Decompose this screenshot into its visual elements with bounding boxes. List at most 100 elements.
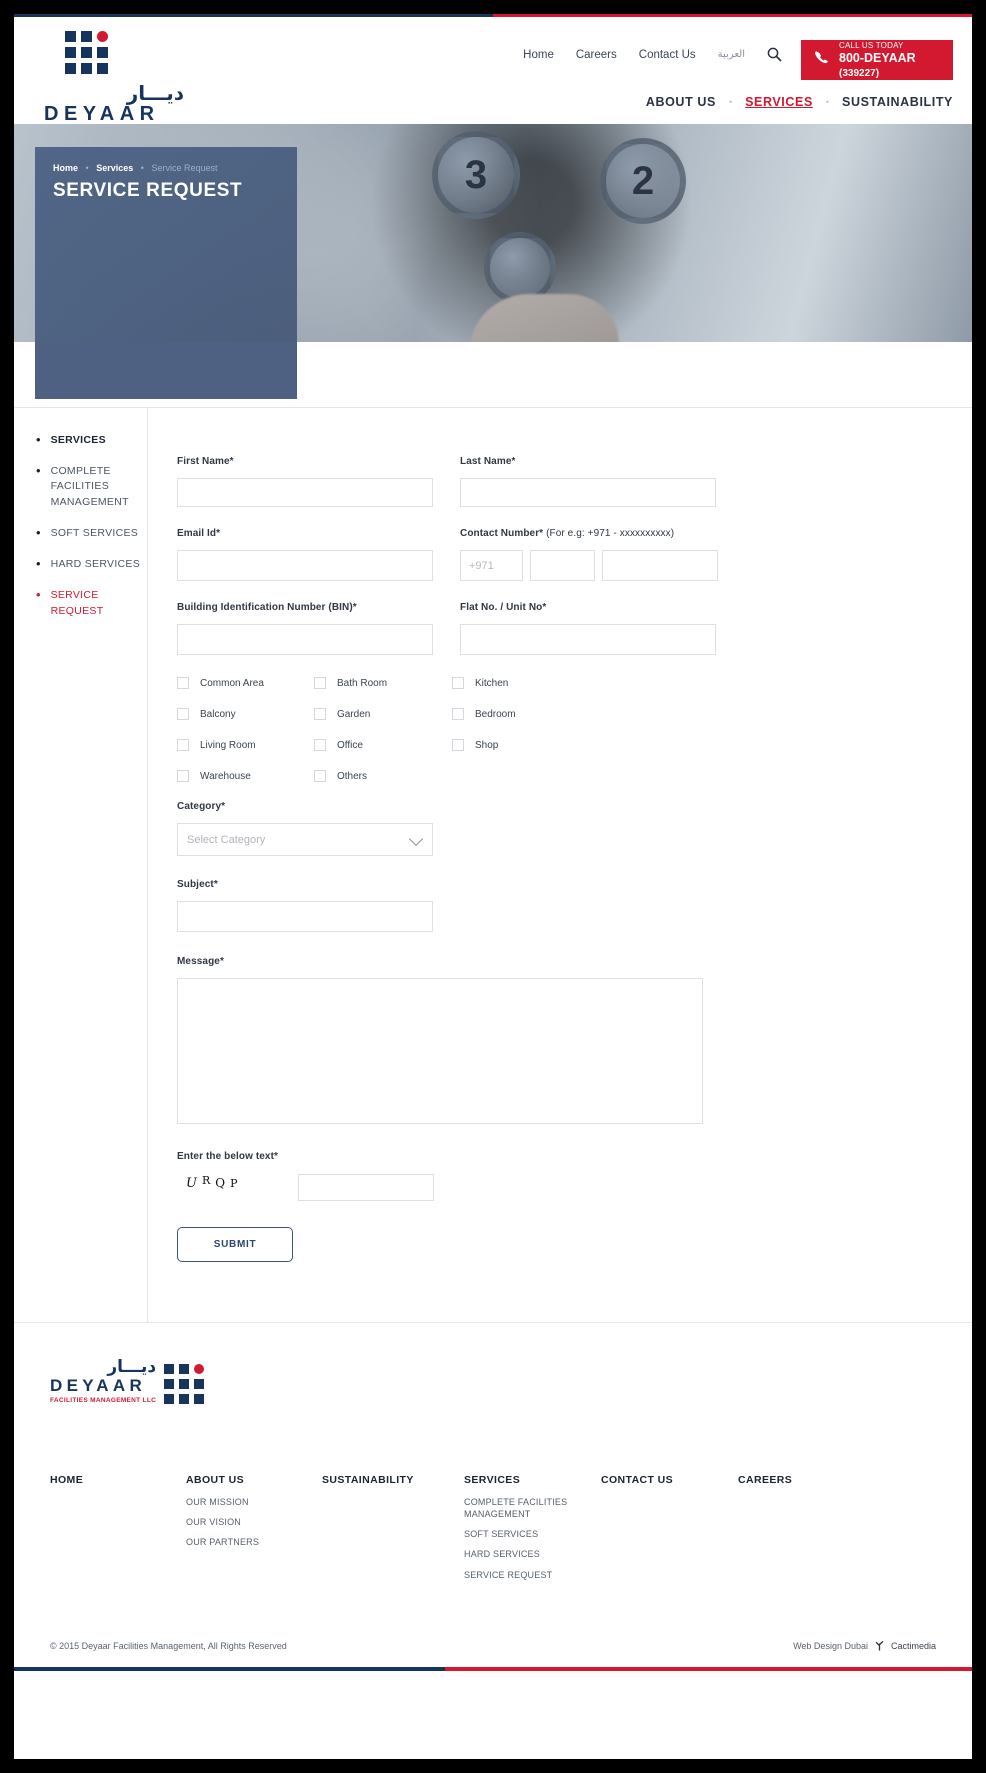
sidebar-item-services[interactable]: • SERVICES <box>36 433 147 448</box>
first-name-input[interactable] <box>177 478 433 507</box>
breadcrumb-services[interactable]: Services <box>96 163 133 173</box>
footer-link-hard-services[interactable]: HARD SERVICES <box>464 1548 601 1560</box>
sidebar-item-soft-services[interactable]: • SOFT SERVICES <box>36 526 147 541</box>
sidebar-item-complete-facilities-management[interactable]: • COMPLETE FACILITIES MANAGEMENT <box>36 464 147 510</box>
checkbox-label-others: Others <box>337 770 368 782</box>
footer-link-our-vision[interactable]: OUR VISION <box>186 1516 322 1528</box>
hero-overlay-tail <box>35 342 297 399</box>
top-nav-contact-us[interactable]: Contact Us <box>639 49 696 61</box>
nav-separator-dot-icon: • <box>728 97 733 107</box>
call-us-box[interactable]: CALL US TODAY 800-DEYAAR (339227) <box>801 40 953 80</box>
main-nav-about-us[interactable]: ABOUT US <box>646 95 716 109</box>
phone-part3-input[interactable] <box>602 550 718 581</box>
captcha-input[interactable] <box>298 1174 434 1201</box>
message-textarea[interactable] <box>177 978 703 1124</box>
subject-input[interactable] <box>177 901 433 932</box>
sidebar-label-soft-services[interactable]: SOFT SERVICES <box>51 526 139 541</box>
top-nav-careers[interactable]: Careers <box>576 49 617 61</box>
checkbox-row: Common Area Bath Room Kitchen <box>177 677 972 689</box>
top-nav-arabic[interactable]: العربية <box>718 49 745 60</box>
main-navigation: ABOUT US • SERVICES • SUSTAINABILITY <box>646 95 953 109</box>
category-select[interactable]: Select Category <box>177 823 433 856</box>
footer-link-our-partners[interactable]: OUR PARTNERS <box>186 1536 322 1548</box>
checkbox-box-icon[interactable] <box>314 677 326 689</box>
checkbox-label-common-area: Common Area <box>200 677 264 689</box>
breadcrumb-separator-1: • <box>85 163 89 173</box>
checkbox-label-balcony: Balcony <box>200 708 236 720</box>
field-bin: Building Identification Number (BIN)* <box>177 602 433 655</box>
checkbox-box-icon[interactable] <box>177 677 189 689</box>
main-nav-services[interactable]: SERVICES <box>745 95 813 109</box>
call-us-digits: (339227) <box>839 68 880 79</box>
chevron-down-icon[interactable] <box>411 834 422 841</box>
email-input[interactable] <box>177 550 433 581</box>
category-select-value[interactable]: Select Category <box>177 823 433 856</box>
checkbox-garden[interactable]: Garden <box>314 708 452 720</box>
footer-link-service-request[interactable]: SERVICE REQUEST <box>464 1569 601 1581</box>
form-row-contact: Email Id* Contact Number* (For e.g: +971… <box>177 528 972 581</box>
search-icon[interactable] <box>767 47 782 62</box>
copyright-bar: © 2015 Deyaar Facilities Management, All… <box>14 1625 972 1653</box>
checkbox-box-icon[interactable] <box>177 739 189 751</box>
footer-link-our-mission[interactable]: OUR MISSION <box>186 1496 322 1508</box>
footer-heading-about-us[interactable]: ABOUT US <box>186 1474 322 1486</box>
phone-country-code-input[interactable] <box>460 550 523 581</box>
sidebar-item-service-request[interactable]: • SERVICE REQUEST <box>36 588 147 618</box>
checkbox-box-icon[interactable] <box>452 708 464 720</box>
top-nav-home[interactable]: Home <box>523 49 554 61</box>
footer-heading-contact-us[interactable]: CONTACT US <box>601 1474 738 1486</box>
checkbox-others[interactable]: Others <box>314 770 452 782</box>
footer-heading-sustainability[interactable]: SUSTAINABILITY <box>322 1474 464 1486</box>
bin-input[interactable] <box>177 624 433 655</box>
sidebar-item-hard-services[interactable]: • HARD SERVICES <box>36 557 147 572</box>
footer-link-soft-services[interactable]: SOFT SERVICES <box>464 1528 601 1540</box>
field-last-name: Last Name* <box>460 456 716 507</box>
footer-heading-home[interactable]: HOME <box>50 1474 186 1486</box>
hand-finger-shape <box>469 294 619 342</box>
breadcrumb-home[interactable]: Home <box>53 163 78 173</box>
footer-logo-arabic: ديـــار <box>107 1357 157 1377</box>
flat-no-input[interactable] <box>460 624 716 655</box>
sidebar-label-complete-facilities-management[interactable]: COMPLETE FACILITIES MANAGEMENT <box>51 464 129 510</box>
checkbox-bath-room[interactable]: Bath Room <box>314 677 452 689</box>
checkbox-living-room[interactable]: Living Room <box>177 739 314 751</box>
field-first-name: First Name* <box>177 456 433 507</box>
footer-logo-dot-grid-icon <box>164 1364 205 1404</box>
footer-column-contact-us: CONTACT US <box>601 1474 738 1589</box>
footer-logo[interactable]: ديـــار DEYAAR FACILITIES MANAGEMENT LLC <box>14 1357 972 1404</box>
checkbox-box-icon[interactable] <box>452 677 464 689</box>
footer-column-services: SERVICES COMPLETE FACILITIES MANAGEMENT … <box>464 1474 601 1589</box>
checkbox-office[interactable]: Office <box>314 739 452 751</box>
submit-button[interactable]: SUBMIT <box>177 1227 293 1262</box>
page-viewport: ديـــار DEYAAR FACILITIES MANAGEMENT LLC… <box>14 14 972 1759</box>
footer-heading-careers[interactable]: CAREERS <box>738 1474 874 1486</box>
service-request-form: First Name* Last Name* Email Id* Contact… <box>147 408 972 1322</box>
checkbox-bedroom[interactable]: Bedroom <box>452 708 516 720</box>
sidebar-label-services[interactable]: SERVICES <box>51 433 106 448</box>
checkbox-box-icon[interactable] <box>314 739 326 751</box>
checkbox-box-icon[interactable] <box>177 770 189 782</box>
checkbox-box-icon[interactable] <box>314 770 326 782</box>
footer-heading-services[interactable]: SERVICES <box>464 1474 601 1486</box>
last-name-input[interactable] <box>460 478 716 507</box>
checkbox-common-area[interactable]: Common Area <box>177 677 314 689</box>
sidebar-label-hard-services[interactable]: HARD SERVICES <box>51 557 140 572</box>
site-logo[interactable]: ديـــار DEYAAR FACILITIES MANAGEMENT LLC <box>44 31 184 134</box>
checkbox-box-icon[interactable] <box>177 708 189 720</box>
main-nav-sustainability[interactable]: SUSTAINABILITY <box>842 95 953 109</box>
credit-name[interactable]: Cactimedia <box>891 1641 936 1651</box>
hero-banner: 3 2 Home • Services • Service Request SE… <box>14 124 972 342</box>
checkbox-warehouse[interactable]: Warehouse <box>177 770 314 782</box>
credit-prefix[interactable]: Web Design Dubai <box>793 1641 868 1651</box>
checkbox-shop[interactable]: Shop <box>452 739 498 751</box>
checkbox-balcony[interactable]: Balcony <box>177 708 314 720</box>
checkbox-label-kitchen: Kitchen <box>475 677 509 689</box>
sidebar-label-service-request[interactable]: SERVICE REQUEST <box>51 588 111 618</box>
checkbox-kitchen[interactable]: Kitchen <box>452 677 508 689</box>
footer-link-complete-facilities-management[interactable]: COMPLETE FACILITIES MANAGEMENT <box>464 1496 574 1520</box>
checkbox-box-icon[interactable] <box>452 739 464 751</box>
checkbox-box-icon[interactable] <box>314 708 326 720</box>
phone-part2-input[interactable] <box>530 550 595 581</box>
call-us-text: CALL US TODAY 800-DEYAAR (339227) <box>839 41 953 79</box>
field-category: Category* Select Category <box>177 801 972 856</box>
